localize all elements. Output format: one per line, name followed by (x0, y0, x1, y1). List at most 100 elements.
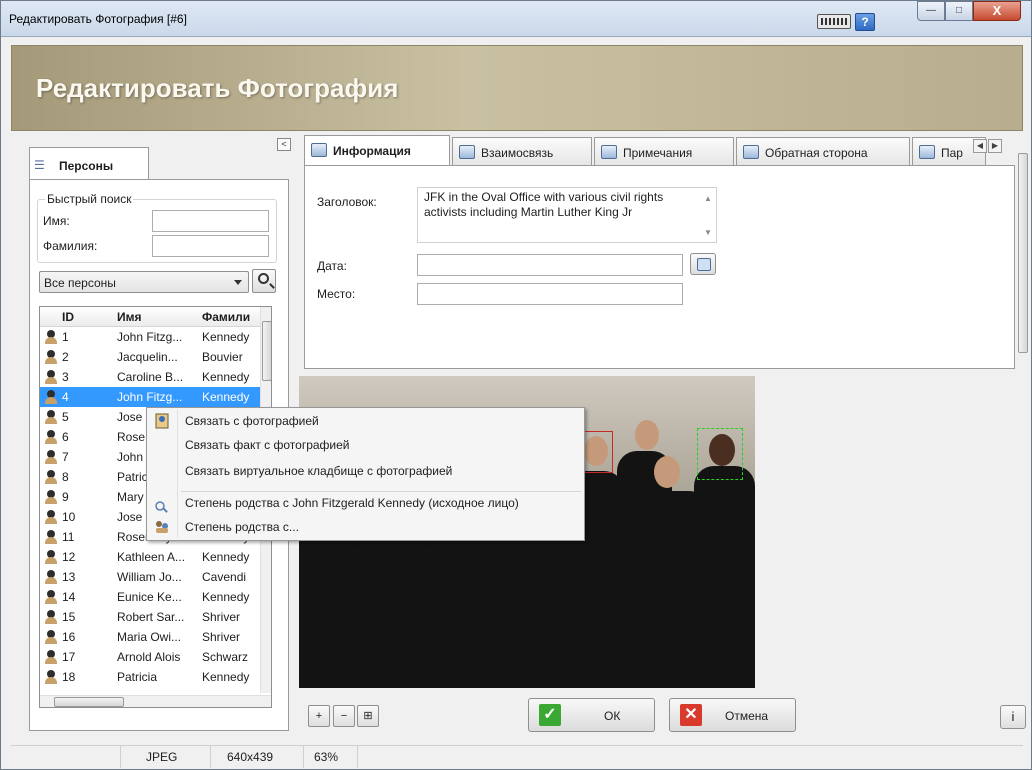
cell-first-name: Kathleen A... (117, 550, 186, 564)
help-button[interactable]: ? (855, 13, 875, 31)
zoom-in-button[interactable]: + (308, 705, 330, 727)
cell-id: 8 (62, 470, 69, 484)
menu-item-link-fact-to-photo[interactable]: Связать факт с фотографией (148, 434, 583, 456)
first-name-input[interactable] (152, 210, 269, 232)
window-title: Редактировать Фотография [#6] (9, 12, 187, 26)
close-button[interactable]: X (973, 1, 1021, 21)
cell-id: 11 (62, 530, 75, 544)
calendar-button[interactable] (690, 253, 716, 275)
tab-back-side[interactable]: Обратная сторона (736, 137, 910, 165)
menu-item-relationship-source[interactable]: Степень родства с John Fitzgerald Kenned… (148, 492, 583, 514)
person-icon (44, 470, 58, 484)
table-row[interactable]: 12 Kathleen A... Kennedy (40, 547, 260, 567)
tab-parameters-label: Пар (941, 146, 963, 160)
table-row[interactable]: 16 Maria Owi... Shriver (40, 627, 260, 647)
notes-icon (601, 145, 617, 159)
table-row[interactable]: 14 Eunice Ke... Kennedy (40, 587, 260, 607)
cancel-button[interactable]: ✕ Отмена (669, 698, 796, 732)
cell-id: 16 (62, 630, 76, 644)
table-row[interactable]: 2 Jacquelin... Bouvier (40, 347, 260, 367)
last-name-input[interactable] (152, 235, 269, 257)
column-header-first-name[interactable]: Имя (117, 310, 142, 324)
status-format: JPEG (121, 746, 211, 768)
fit-icon: ⊞ (363, 710, 373, 722)
person-icon (44, 590, 58, 604)
table-row[interactable]: 1 John Fitzg... Kennedy (40, 327, 260, 347)
cell-first-name: Eunice Ke... (117, 590, 182, 604)
date-input[interactable] (417, 254, 683, 276)
person-icon (44, 410, 58, 424)
column-header-id[interactable]: ID (62, 310, 74, 324)
caption-label: Заголовок: (317, 195, 377, 209)
tab-information[interactable]: Информация (304, 135, 450, 166)
cell-last-name: Shriver (202, 630, 241, 644)
table-row[interactable]: 3 Caroline B... Kennedy (40, 367, 260, 387)
zoom-out-button[interactable]: − (333, 705, 355, 727)
cell-id: 2 (62, 350, 69, 364)
maximize-button[interactable]: □ (945, 1, 973, 21)
tab-back-side-label: Обратная сторона (765, 146, 868, 160)
chevron-up-icon[interactable]: ▲ (704, 194, 712, 203)
collapse-panel-button[interactable]: < (277, 138, 291, 151)
table-row[interactable]: 15 Robert Sar... Shriver (40, 607, 260, 627)
menu-item-label: Связать виртуальное кладбище с фотографи… (185, 464, 453, 478)
tab-scroll-left-button[interactable]: ◀ (973, 139, 987, 153)
cell-id: 1 (62, 330, 69, 344)
cell-first-name: John Fitzg... (117, 390, 183, 404)
status-bar: JPEG 640x439 63% (11, 745, 1023, 768)
chevron-down-icon[interactable]: ▼ (704, 228, 712, 237)
title-bar: Редактировать Фотография [#6] ? — □ X (1, 1, 1031, 37)
table-row[interactable]: 4 John Fitzg... Kennedy (40, 387, 260, 407)
chevron-down-icon (234, 280, 242, 285)
place-input[interactable] (417, 283, 683, 305)
caption-textarea[interactable]: JFK in the Oval Office with various civi… (417, 187, 717, 243)
scroll-thumb[interactable] (54, 697, 124, 707)
cell-id: 4 (62, 390, 69, 404)
persons-filter-value: Все персоны (44, 276, 116, 290)
cell-id: 13 (62, 570, 76, 584)
cancel-x-icon: ✕ (680, 704, 702, 726)
status-dimensions: 640x439 (211, 746, 304, 768)
status-dimensions-value: 640x439 (227, 750, 274, 764)
search-button[interactable] (252, 269, 276, 293)
face-tag-box[interactable] (697, 428, 743, 480)
scroll-thumb[interactable] (1018, 153, 1028, 353)
minimize-button[interactable]: — (917, 1, 945, 21)
column-header-last-name[interactable]: Фамили (202, 310, 250, 324)
tab-persons[interactable]: ☰ Персоны (29, 147, 149, 179)
table-row[interactable]: 17 Arnold Alois Schwarz (40, 647, 260, 667)
tab-notes-label: Примечания (623, 146, 693, 160)
person-icon (44, 530, 58, 544)
table-row[interactable]: 18 Patricia Kennedy (40, 667, 260, 687)
detail-tabs: Информация Взаимосвязь Примечания Обратн… (304, 135, 1016, 166)
menu-item-relationship-with[interactable]: Степень родства с... (148, 516, 583, 538)
status-zoom: 63% (304, 746, 358, 768)
scroll-thumb[interactable] (262, 321, 271, 381)
persons-filter-select[interactable]: Все персоны (39, 271, 249, 293)
photo-figure (359, 526, 439, 688)
details-vertical-scrollbar[interactable] (1017, 135, 1029, 373)
tab-relationship-label: Взаимосвязь (481, 146, 554, 160)
tab-relationship[interactable]: Взаимосвязь (452, 137, 592, 165)
photo-face (635, 420, 659, 450)
table-row[interactable]: 13 William Jo... Cavendi (40, 567, 260, 587)
cell-first-name: Caroline B... (117, 370, 184, 384)
keyboard-icon[interactable] (817, 14, 851, 29)
parameters-icon (919, 145, 935, 159)
ok-button[interactable]: ✓ ОК (528, 698, 655, 732)
menu-item-link-to-photo[interactable]: Связать с фотографией (148, 410, 583, 432)
menu-item-label: Связать с фотографией (185, 414, 319, 428)
cell-id: 12 (62, 550, 76, 564)
tab-notes[interactable]: Примечания (594, 137, 734, 165)
cell-id: 9 (62, 490, 69, 504)
grid-horizontal-scrollbar[interactable] (40, 695, 271, 707)
info-button[interactable]: i (1000, 705, 1026, 729)
photo-figure (499, 531, 569, 688)
fit-button[interactable]: ⊞ (357, 705, 379, 727)
cell-id: 3 (62, 370, 69, 384)
tab-persons-label: Персоны (59, 159, 114, 173)
tab-scroll-right-button[interactable]: ▶ (988, 139, 1002, 153)
person-icon (44, 630, 58, 644)
person-icon (44, 490, 58, 504)
menu-item-link-cemetery-to-photo[interactable]: Связать виртуальное кладбище с фотографи… (148, 460, 583, 482)
